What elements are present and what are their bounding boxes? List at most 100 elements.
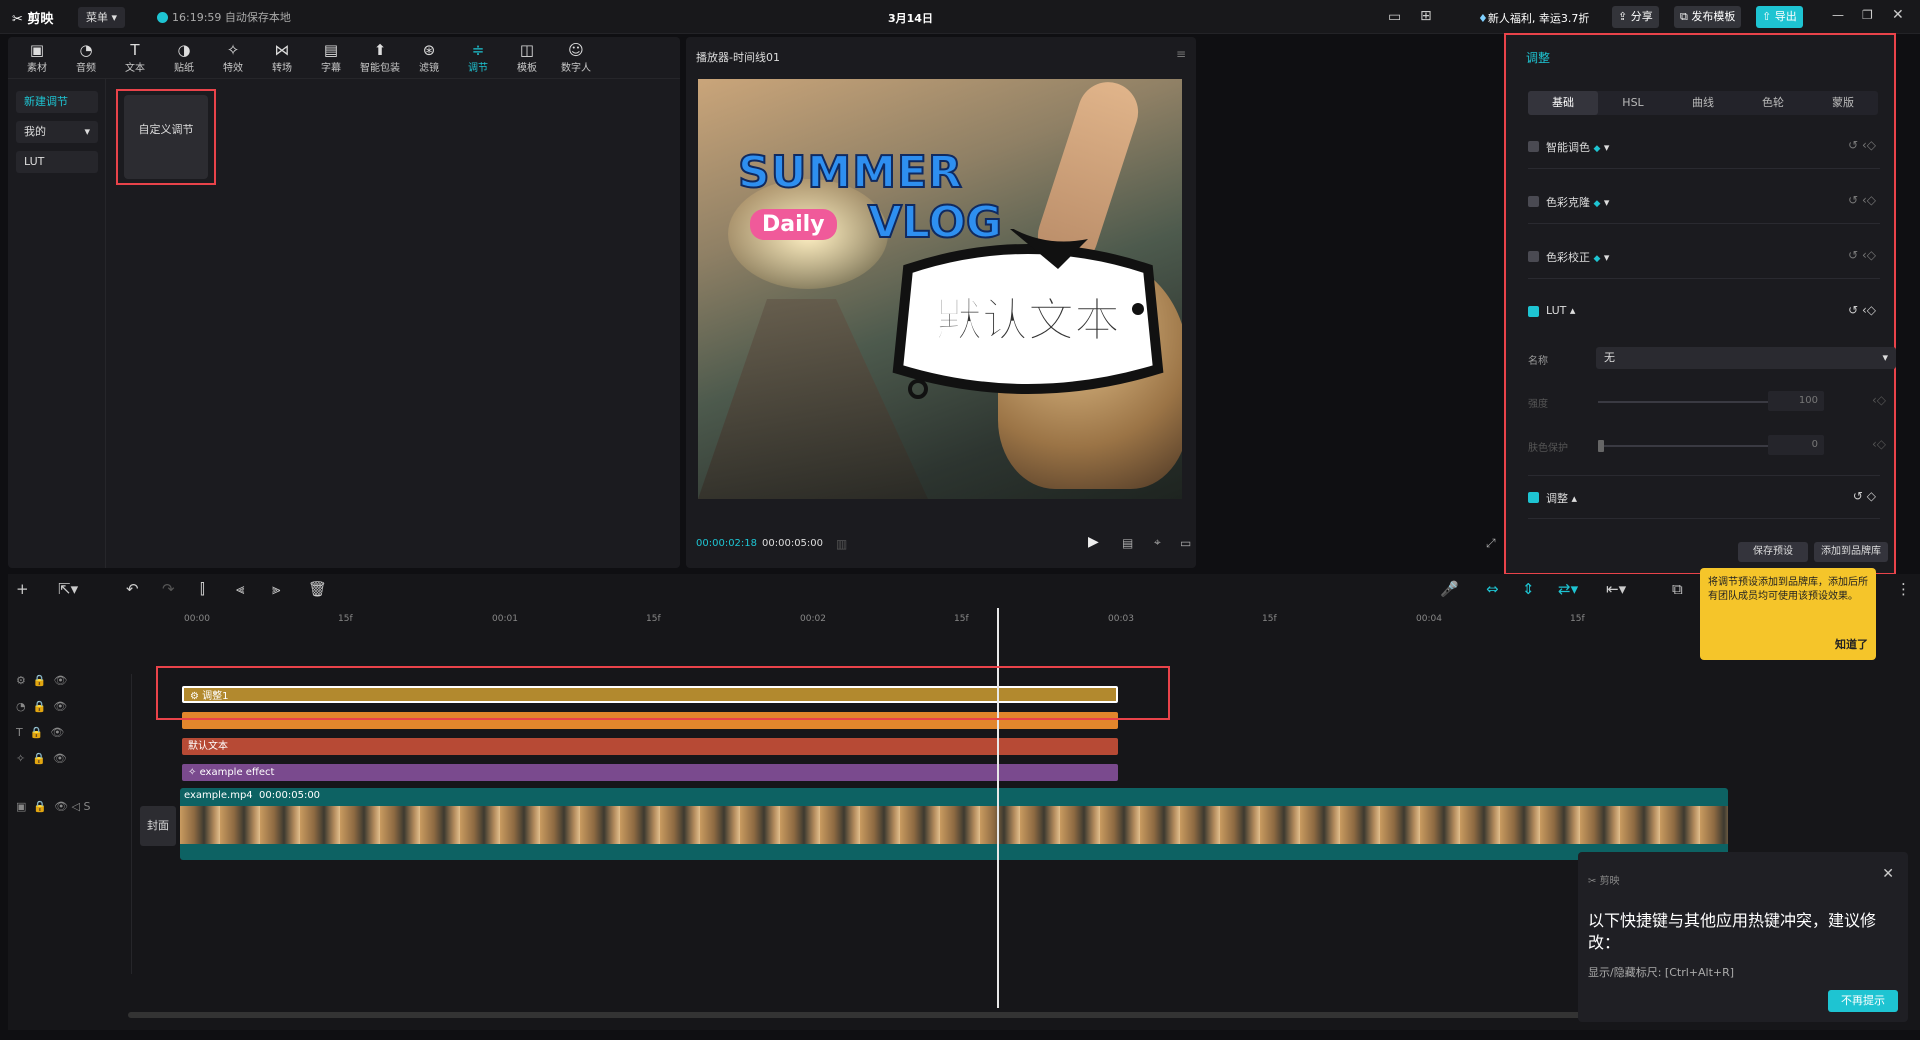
add-to-brand-button[interactable]: 添加到品牌库 [1814, 542, 1888, 562]
sticker-track-header[interactable]: ◔ 🔒 👁 [16, 700, 67, 713]
share-button[interactable]: ⇪ 分享 [1612, 6, 1659, 28]
link-icon[interactable]: ⇄▾ [1558, 580, 1578, 598]
auto-snap-icon[interactable]: ⇕ [1522, 580, 1535, 598]
sidebar-item-new[interactable]: 新建调节 [16, 91, 98, 113]
skin-protect-value[interactable]: 0 [1768, 435, 1824, 455]
close-icon[interactable]: ✕ [1882, 866, 1894, 882]
sidebar-item-mine[interactable]: 我的 ▾ [16, 121, 98, 143]
zoom-fit-icon[interactable]: ⧉ [1672, 580, 1683, 598]
skin-protect-slider-knob[interactable] [1598, 440, 1604, 452]
tool-3[interactable]: ◑ 贴纸 [161, 41, 207, 77]
strength-keyframe-icon[interactable]: ‹◇ [1872, 393, 1886, 407]
effect-clip[interactable]: ✧ example effect [182, 764, 1118, 781]
tool-icon: ⬆ [373, 41, 387, 59]
redo-icon[interactable]: ↷ [162, 580, 175, 598]
tool-icon: ▣ [29, 41, 45, 59]
row-color-correction: 色彩校正 ◆ ▾ ↺ ‹◇ [1528, 235, 1880, 279]
player-panel: 播放器-时间线01 ≡ SUMMER Daily VLOG 默认文本 00:00… [686, 37, 1196, 568]
tool-2[interactable]: T 文本 [112, 41, 158, 77]
lut-checkbox[interactable] [1528, 306, 1539, 317]
color-clone-checkbox[interactable] [1528, 196, 1539, 207]
maximize-icon[interactable]: ❐ [1862, 8, 1873, 22]
video-preview[interactable]: SUMMER Daily VLOG 默认文本 [698, 79, 1182, 499]
adjust-track-header[interactable]: ⚙ 🔒 👁 [16, 674, 68, 687]
tool-label: 贴纸 [174, 63, 194, 74]
tool-icon: ◑ [177, 41, 191, 59]
save-preset-button[interactable]: 保存预设 [1738, 542, 1808, 562]
tab-color-wheel[interactable]: 色轮 [1738, 91, 1808, 115]
strength-value[interactable]: 100 [1768, 391, 1824, 411]
split-left-icon[interactable]: ⫷ [236, 580, 244, 598]
tool-1[interactable]: ◔ 音频 [63, 41, 109, 77]
export-button[interactable]: ⇧ 导出 [1756, 6, 1803, 28]
effect-track-header[interactable]: ✧ 🔒 👁 [16, 752, 67, 765]
reset-keyframe-controls[interactable]: ↺ ‹◇ [1848, 138, 1876, 152]
ratio-icon[interactable]: ▭ [1180, 536, 1191, 550]
reset-keyframe-controls[interactable]: ↺ ‹◇ [1848, 248, 1876, 262]
tool-10[interactable]: ◫ 模板 [504, 41, 550, 77]
add-track-icon[interactable]: + [16, 580, 29, 598]
select-tool-icon[interactable]: ⇱▾ [58, 580, 78, 598]
sidebar-item-lut[interactable]: LUT [16, 151, 98, 173]
screenshot-icon[interactable]: ⌖ [1154, 535, 1161, 550]
reset-keyframe-controls[interactable]: ↺ ◇ [1853, 489, 1876, 503]
tool-5[interactable]: ⋈ 转场 [259, 41, 305, 77]
promo-badge[interactable]: ♦新人福利, 幸运3.7折 [1478, 10, 1589, 26]
quality-icon[interactable]: ▤ [1122, 536, 1133, 550]
tool-7[interactable]: ⬆ 智能包装 [357, 41, 403, 77]
timeline-view-icon[interactable]: ▥ [836, 537, 847, 551]
video-clip-info: example.mp4 00:00:05:00 [184, 790, 321, 801]
tab-mask[interactable]: 蒙版 [1808, 91, 1878, 115]
skin-protect-keyframe-icon[interactable]: ‹◇ [1872, 437, 1886, 451]
text-overlay[interactable]: 默认文本 [888, 284, 1168, 350]
tab-hsl[interactable]: HSL [1598, 91, 1668, 115]
skin-protect-slider[interactable] [1598, 440, 1778, 452]
lut-name-select[interactable]: 无 ▾ [1596, 347, 1896, 369]
text-clip[interactable]: 默认文本 [182, 738, 1118, 755]
horizontal-scrollbar[interactable] [128, 1012, 1588, 1018]
tab-basic[interactable]: 基础 [1528, 91, 1598, 115]
text-track-header[interactable]: T 🔒 👁 [16, 726, 64, 739]
time-ruler[interactable]: 00:00 15f 00:01 15f 00:02 15f 00:03 15f … [8, 606, 1920, 632]
grid-icon[interactable]: ⊞ [1420, 8, 1432, 24]
more-icon[interactable]: ⋮ [1896, 580, 1911, 598]
preview-axis-icon[interactable]: ⇤▾ [1606, 580, 1626, 598]
split-icon[interactable]: ⫿ [200, 580, 205, 598]
video-track-header[interactable]: ▣ 🔒 👁 ◁ S [16, 800, 90, 813]
cover-button[interactable]: 封面 [140, 806, 176, 846]
tool-9[interactable]: ≑ 调节 [455, 41, 501, 77]
dont-show-again-button[interactable]: 不再提示 [1828, 990, 1898, 1012]
tool-11[interactable]: ☺ 数字人 [553, 41, 599, 77]
play-icon[interactable]: ▶ [1088, 534, 1099, 550]
undo-icon[interactable]: ↶ [126, 580, 139, 598]
reset-keyframe-controls[interactable]: ↺ ‹◇ [1848, 193, 1876, 207]
strength-slider[interactable] [1598, 396, 1778, 408]
microphone-icon[interactable]: 🎤 [1440, 580, 1459, 598]
menu-icon[interactable]: ≡ [1176, 47, 1186, 61]
split-right-icon[interactable]: ⫸ [272, 580, 280, 598]
tool-4[interactable]: ✧ 特效 [210, 41, 256, 77]
tool-icon: ▤ [323, 41, 339, 59]
row-color-clone: 色彩克隆 ◆ ▾ ↺ ‹◇ [1528, 180, 1880, 224]
tool-6[interactable]: ▤ 字幕 [308, 41, 354, 77]
fullscreen-icon[interactable]: ⤢ [1486, 536, 1496, 551]
video-filmstrip [180, 806, 1728, 844]
color-correction-checkbox[interactable] [1528, 251, 1539, 262]
delete-icon[interactable]: 🗑 [308, 580, 327, 598]
custom-adjust-card[interactable]: 自定义调节 [116, 89, 216, 185]
tab-curves[interactable]: 曲线 [1668, 91, 1738, 115]
tool-label: 滤镜 [419, 63, 439, 74]
layout-icon[interactable]: ▭ [1388, 9, 1401, 25]
reset-keyframe-controls[interactable]: ↺ ‹◇ [1848, 303, 1876, 317]
tool-0[interactable]: ▣ 素材 [14, 41, 60, 77]
tip-ok-button[interactable]: 知道了 [1835, 638, 1868, 652]
menu-button[interactable]: 菜单 ▾ [78, 7, 126, 28]
main-track-magnet-icon[interactable]: ⇔ [1486, 580, 1499, 598]
tool-8[interactable]: ⊛ 滤镜 [406, 41, 452, 77]
close-icon[interactable]: ✕ [1892, 7, 1904, 23]
video-clip[interactable]: example.mp4 00:00:05:00 [180, 788, 1728, 860]
minimize-icon[interactable]: — [1832, 8, 1844, 22]
publish-template-button[interactable]: ⧉ 发布模板 [1674, 6, 1742, 28]
adjust-checkbox[interactable] [1528, 492, 1539, 503]
smart-color-checkbox[interactable] [1528, 141, 1539, 152]
